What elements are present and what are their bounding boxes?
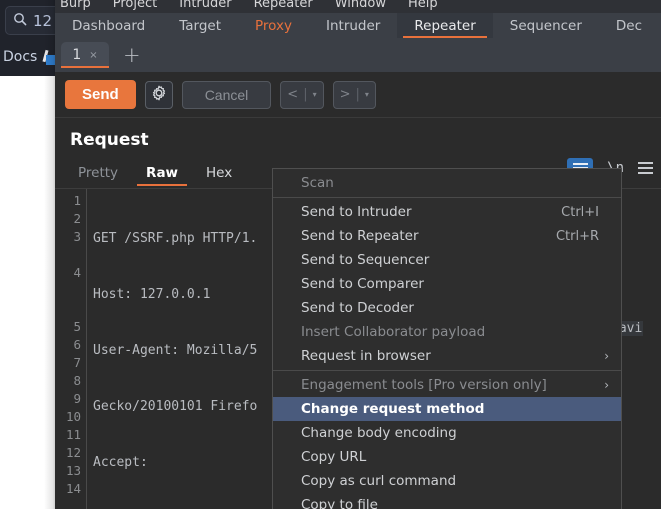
line-number: [57, 300, 81, 318]
menu-item-window[interactable]: Window: [335, 0, 386, 11]
background-window-body: [0, 76, 58, 509]
menu-item-burp[interactable]: Burp: [60, 0, 91, 11]
chevron-down-icon[interactable]: ▾: [313, 90, 317, 99]
line-number: 1: [73, 193, 81, 208]
menu-item-change-body-encoding[interactable]: Change body encoding: [273, 421, 621, 445]
menu-item-project[interactable]: Project: [113, 0, 157, 11]
request-format-tabs: Pretty Raw Hex: [65, 160, 245, 186]
line-number: [57, 246, 81, 264]
tab-repeater[interactable]: Repeater: [397, 13, 493, 38]
menu-item-copy-url[interactable]: Copy URL: [273, 445, 621, 469]
menu-item-shortcut: Ctrl+I: [561, 204, 599, 220]
gear-icon: [151, 85, 167, 105]
tab-raw[interactable]: Raw: [133, 162, 191, 186]
menu-item-send-to-sequencer[interactable]: Send to Sequencer: [273, 248, 621, 272]
docs-label: Docs: [3, 49, 38, 65]
tab-sequencer[interactable]: Sequencer: [493, 13, 599, 38]
menu-item-shortcut: Ctrl+R: [555, 228, 599, 244]
menu-item-send-to-intruder[interactable]: Send to Intruder Ctrl+I: [273, 200, 621, 224]
line-number: 14: [65, 481, 81, 496]
line-number: 10: [65, 409, 81, 424]
tab-dashboard[interactable]: Dashboard: [55, 13, 162, 38]
add-tab-button[interactable]: +: [123, 44, 141, 66]
submenu-arrow-icon: ›: [604, 378, 609, 392]
menu-item-label: Engagement tools [Pro version only]: [301, 377, 547, 393]
tab-pretty[interactable]: Pretty: [65, 162, 131, 186]
page-title: Request: [70, 130, 149, 150]
forward-nav-group[interactable]: > | ▾: [332, 80, 376, 109]
line-number: 8: [73, 373, 81, 388]
menu-item-label: Send to Sequencer: [301, 252, 430, 268]
line-number: 5: [73, 319, 81, 334]
menu-item-send-to-comparer[interactable]: Send to Comparer: [273, 272, 621, 296]
chevron-down-icon[interactable]: ▾: [365, 90, 369, 99]
menu-item-send-to-repeater[interactable]: Send to Repeater Ctrl+R: [273, 224, 621, 248]
menu-item-label: Send to Comparer: [301, 276, 424, 292]
repeater-tab-number: 1: [72, 47, 82, 63]
send-button[interactable]: Send: [65, 80, 136, 109]
screen-root: 12 Docs Burp Project Intruder Repeater W…: [0, 0, 661, 509]
menu-item-insert-collaborator-payload[interactable]: Insert Collaborator payload: [273, 320, 621, 344]
menu-item-label: Send to Decoder: [301, 300, 414, 316]
nav-separator: |: [355, 87, 360, 102]
menu-item-label: Copy to file: [301, 497, 378, 509]
menu-item-label: Copy URL: [301, 449, 367, 465]
hamburger-menu-icon[interactable]: [638, 161, 653, 174]
tab-proxy[interactable]: Proxy: [238, 13, 309, 38]
back-nav-group[interactable]: < | ▾: [280, 80, 324, 109]
menu-item-change-request-method[interactable]: Change request method: [273, 397, 621, 421]
tab-decoder[interactable]: Dec: [599, 13, 659, 38]
menu-bar: Burp Project Intruder Repeater Window He…: [55, 0, 661, 13]
menu-item-scan[interactable]: Scan: [273, 171, 621, 195]
tab-target[interactable]: Target: [162, 13, 238, 38]
repeater-toolbar: Send Cancel < | ▾ > | ▾: [55, 72, 661, 118]
menu-item-repeater[interactable]: Repeater: [254, 0, 313, 11]
menu-item-label: Insert Collaborator payload: [301, 324, 486, 340]
menu-item-label: Send to Repeater: [301, 228, 419, 244]
settings-button[interactable]: [144, 80, 173, 109]
line-number: 2: [73, 211, 81, 226]
menu-item-copy-to-file[interactable]: Copy to file: [273, 493, 621, 509]
line-number-gutter: 1 2 3 4 5 6 7 8 9 10 11 12 13 14: [57, 189, 87, 509]
close-icon[interactable]: ×: [89, 50, 97, 61]
menu-item-label: Change request method: [301, 401, 485, 417]
menu-item-request-in-browser[interactable]: Request in browser ›: [273, 344, 621, 368]
menu-item-help[interactable]: Help: [408, 0, 438, 11]
menu-item-label: Send to Intruder: [301, 204, 412, 220]
search-value: 12: [33, 11, 53, 30]
menu-item-intruder[interactable]: Intruder: [179, 0, 231, 11]
main-tab-strip: Dashboard Target Proxy Intruder Repeater…: [55, 13, 661, 38]
tab-intruder[interactable]: Intruder: [309, 13, 397, 38]
menu-item-label: Copy as curl command: [301, 473, 457, 489]
menu-item-label: Scan: [301, 175, 334, 191]
line-number: [57, 282, 81, 300]
forward-arrow-icon[interactable]: >: [340, 87, 351, 102]
repeater-tab-1[interactable]: 1 ×: [61, 42, 109, 68]
menu-separator: [273, 197, 621, 198]
nav-separator: |: [303, 87, 308, 102]
line-number: 12: [65, 445, 81, 460]
background-window: 12 Docs: [0, 0, 75, 509]
repeater-tab-bar: 1 × +: [55, 38, 661, 72]
menu-item-label: Change body encoding: [301, 425, 457, 441]
line-number: 3: [73, 229, 81, 244]
tab-hex[interactable]: Hex: [193, 162, 245, 186]
menu-separator: [273, 370, 621, 371]
line-number: 7: [73, 355, 81, 370]
line-number: 9: [73, 391, 81, 406]
menu-item-send-to-decoder[interactable]: Send to Decoder: [273, 296, 621, 320]
line-number: 6: [73, 337, 81, 352]
cancel-button[interactable]: Cancel: [181, 80, 272, 109]
search-icon: [13, 11, 27, 30]
line-number: 4: [73, 265, 81, 280]
back-arrow-icon[interactable]: <: [287, 87, 298, 102]
line-number: 11: [65, 427, 81, 442]
line-number: 13: [65, 463, 81, 478]
menu-item-copy-as-curl-command[interactable]: Copy as curl command: [273, 469, 621, 493]
submenu-arrow-icon: ›: [604, 349, 609, 363]
menu-item-label: Request in browser: [301, 348, 431, 364]
context-menu: Scan Send to Intruder Ctrl+I Send to Rep…: [272, 168, 622, 509]
menu-item-engagement-tools[interactable]: Engagement tools [Pro version only] ›: [273, 373, 621, 397]
